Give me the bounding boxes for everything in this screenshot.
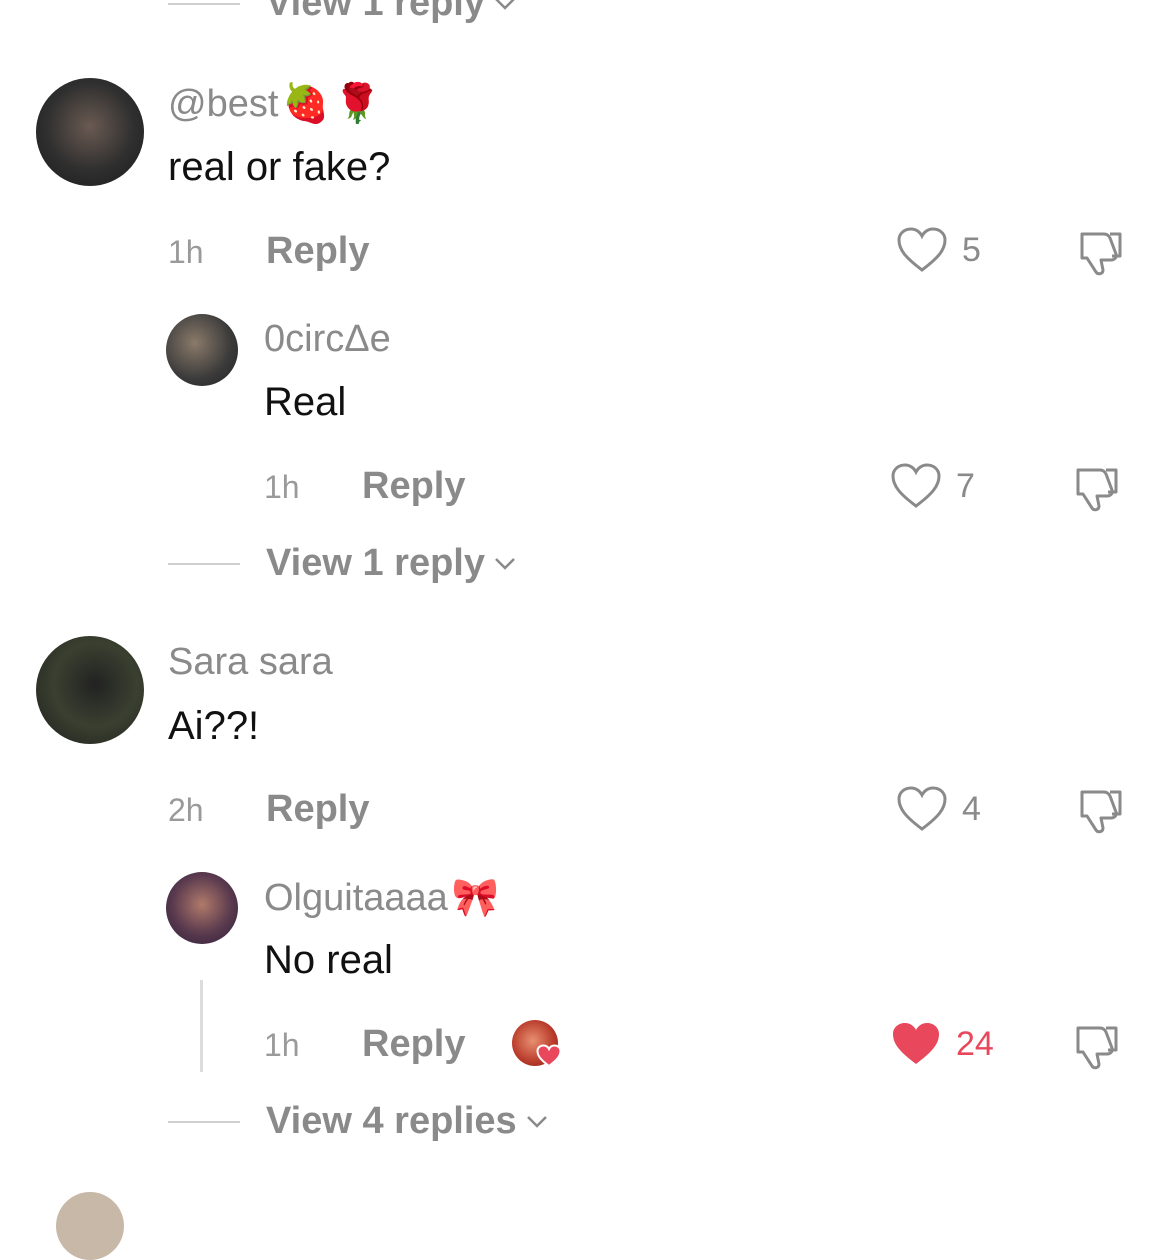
view-replies-label: View 4 replies (266, 1100, 517, 1142)
view-replies-label: View 1 reply (266, 542, 485, 584)
heart-outline-icon (897, 227, 947, 272)
like-button[interactable]: 4 (896, 785, 981, 833)
comment-text: Ai??! (168, 704, 260, 748)
reply-button[interactable]: Reply (362, 465, 465, 508)
reply-time: 1h (264, 469, 300, 505)
thumbs-down-icon[interactable] (1074, 228, 1128, 278)
like-button[interactable]: 24 (890, 1020, 994, 1068)
thread-line (200, 980, 203, 1072)
avatar[interactable] (36, 78, 144, 186)
thumbs-down-icon[interactable] (1070, 1022, 1124, 1072)
username-text: Sara sara (168, 641, 333, 683)
username-text: @best (168, 82, 279, 125)
comment-time: 1h (168, 234, 204, 270)
ribbon-emoji: 🎀 (451, 877, 500, 919)
chevron-down-icon (495, 557, 515, 570)
heart-filled-icon (536, 1044, 562, 1068)
avatar[interactable] (56, 1192, 124, 1260)
like-count: 4 (962, 789, 981, 828)
like-count: 7 (956, 466, 975, 505)
username-text: 0circΔe (264, 318, 391, 360)
thumbs-down-icon[interactable] (1070, 464, 1124, 514)
reply-username[interactable]: Olguitaaaa 🎀 (264, 876, 499, 920)
chevron-down-icon (495, 0, 515, 10)
like-count: 24 (956, 1024, 994, 1063)
divider (168, 1120, 240, 1123)
avatar[interactable] (166, 872, 238, 944)
comment-time: 2h (168, 792, 204, 828)
reply-button[interactable]: Reply (266, 788, 369, 831)
view-replies-top[interactable]: View 1 reply (168, 0, 517, 25)
comment-text: real or fake? (168, 145, 391, 189)
like-button[interactable]: 5 (896, 226, 981, 274)
view-replies-button[interactable]: View 4 replies (168, 1100, 549, 1143)
heart-outline-icon (897, 786, 947, 831)
avatar[interactable] (166, 314, 238, 386)
like-count: 5 (962, 230, 981, 269)
reply-time: 1h (264, 1027, 300, 1063)
divider (168, 2, 240, 5)
reply-button[interactable]: Reply (266, 230, 369, 273)
heart-outline-icon (891, 463, 941, 508)
reply-text: Real (264, 380, 347, 424)
username-text: Olguitaaaa (264, 876, 448, 919)
reply-text: No real (264, 938, 393, 982)
rose-emoji: 🌹 (333, 83, 382, 125)
avatar[interactable] (36, 636, 144, 744)
comment-username[interactable]: Sara sara (168, 641, 333, 684)
chevron-down-icon (526, 1115, 547, 1128)
reply-username[interactable]: 0circΔe (264, 318, 391, 361)
comment-username[interactable]: @best 🍓 🌹 (168, 82, 381, 126)
view-replies-button[interactable]: View 1 reply (168, 542, 517, 585)
view-replies-label: View 1 reply (266, 0, 485, 24)
thumbs-down-icon[interactable] (1074, 786, 1128, 836)
heart-filled-icon (893, 1023, 939, 1064)
like-button[interactable]: 7 (890, 462, 975, 510)
divider (168, 562, 240, 565)
reply-button[interactable]: Reply (362, 1023, 465, 1066)
creator-liked-badge (512, 1020, 562, 1070)
strawberry-emoji: 🍓 (282, 83, 330, 125)
